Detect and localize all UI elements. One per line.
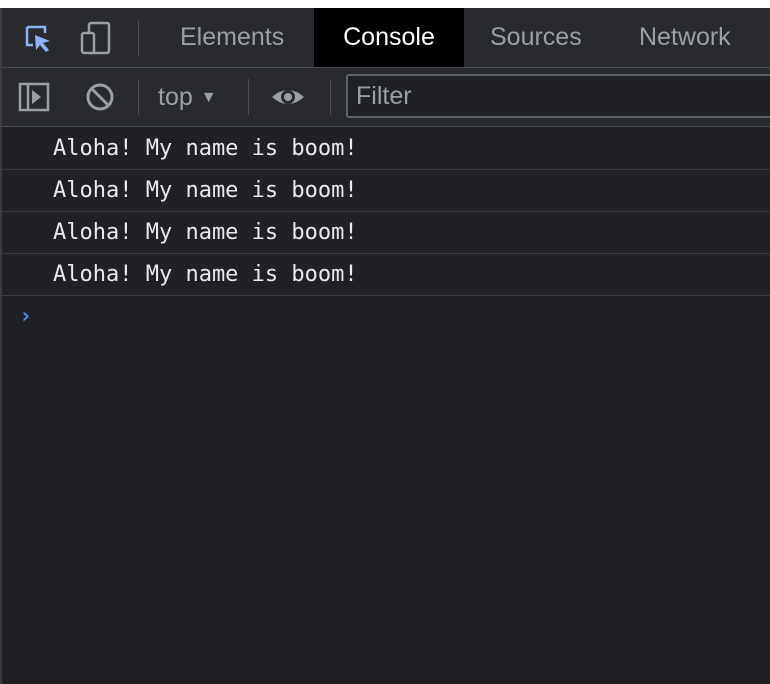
toolbar-divider — [138, 20, 139, 56]
toolbar-divider — [138, 79, 139, 115]
context-selector[interactable]: top ▼ — [158, 68, 217, 126]
clear-console-icon[interactable] — [82, 79, 118, 115]
inspect-element-icon[interactable] — [20, 20, 56, 56]
device-toolbar-icon[interactable] — [78, 20, 114, 56]
tab-network[interactable]: Network — [639, 8, 731, 67]
dropdown-triangle-icon: ▼ — [200, 89, 217, 106]
console-message: Aloha! My name is boom! — [2, 254, 770, 296]
console-messages: Aloha! My name is boom! Aloha! My name i… — [2, 128, 770, 296]
live-expression-eye-icon[interactable] — [270, 79, 306, 115]
devtools-tabbar: Elements Console Sources Network — [2, 8, 770, 68]
console-message: Aloha! My name is boom! — [2, 170, 770, 212]
tab-sources[interactable]: Sources — [490, 8, 582, 67]
console-toolbar: top ▼ — [2, 68, 770, 127]
tab-elements[interactable]: Elements — [180, 8, 284, 67]
console-message: Aloha! My name is boom! — [2, 212, 770, 254]
filter-input[interactable] — [348, 76, 756, 116]
filter-box — [346, 74, 770, 118]
console-message: Aloha! My name is boom! — [2, 128, 770, 170]
toolbar-divider — [248, 79, 249, 115]
devtools-panel: Elements Console Sources Network top ▼ F… — [0, 8, 770, 684]
sidebar-toggle-icon[interactable] — [16, 79, 52, 115]
context-selector-label: top — [158, 83, 193, 111]
prompt-chevron-icon: › — [19, 304, 33, 329]
console-prompt[interactable]: › — [2, 298, 770, 346]
toolbar-divider — [330, 79, 331, 115]
tab-console[interactable]: Console — [314, 8, 464, 67]
